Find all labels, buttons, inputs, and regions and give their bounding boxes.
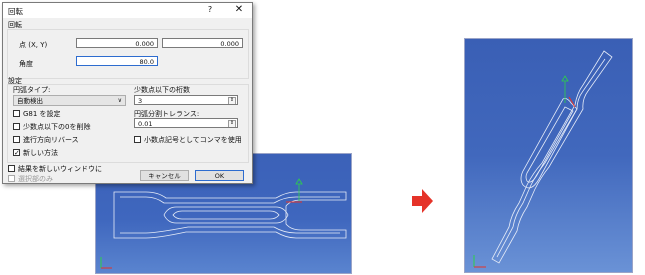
decimals-label: 少数点以下の桁数 [134, 86, 190, 94]
slot-outer [163, 206, 289, 224]
chevron-down-icon: ∨ [117, 97, 122, 104]
angle-label: 角度 [19, 60, 33, 68]
viewport-result[interactable] [464, 38, 633, 273]
origin-marker [561, 75, 576, 108]
new-window-label: 結果を新しいウィンドウに [18, 165, 102, 173]
origin-marker [286, 178, 303, 203]
tolerance-field[interactable]: 0.01 ⇕ [134, 118, 238, 128]
slot-inner [172, 210, 280, 220]
trim-decimals-checkbox[interactable] [13, 123, 20, 130]
outer-contour [113, 191, 347, 239]
selection-only-label: 選択部のみ [18, 175, 53, 183]
new-method-checkbox[interactable]: ✓ [13, 149, 20, 157]
ok-button[interactable]: OK [195, 170, 244, 181]
point-x-field[interactable]: 0.000 [76, 38, 158, 48]
rotate-dialog: 回転 ? ✕ 回転 点 (X, Y) 0.000 0.000 角度 80.0 設… [2, 2, 253, 184]
point-label: 点 (X, Y) [19, 41, 48, 49]
angle-field[interactable]: 80.0 [76, 56, 158, 66]
dialog-body: 回転 点 (X, Y) 0.000 0.000 角度 80.0 設定 円弧タイプ… [3, 18, 252, 183]
new-method-label: 新しい方法 [23, 149, 58, 157]
rotation-group [7, 29, 249, 79]
offset-contour-1 [496, 58, 606, 258]
arc-type-select[interactable]: 自動検出 ∨ [13, 95, 126, 106]
dialog-title: 回転 [8, 7, 23, 16]
g81-checkbox[interactable] [13, 110, 20, 117]
axis-triad [473, 255, 486, 268]
comma-label: 小数点記号としてコンマを使用 [144, 136, 242, 144]
g81-label: G81 を設定 [23, 110, 61, 118]
spinner-icon[interactable]: ⇕ [228, 120, 236, 127]
arrow-right-icon [412, 189, 433, 213]
selection-only-checkbox[interactable] [8, 175, 15, 182]
outer-contour [491, 50, 613, 264]
reverse-checkbox[interactable] [13, 136, 20, 143]
point-y-field[interactable]: 0.000 [162, 38, 243, 48]
axis-triad [100, 257, 112, 269]
offset-contour-1 [120, 196, 340, 234]
trim-decimals-label: 少数点以下の0を削除 [23, 123, 91, 131]
spinner-icon[interactable]: ⇕ [228, 97, 236, 104]
slot-outer [520, 98, 578, 189]
new-window-checkbox[interactable] [8, 165, 15, 172]
tolerance-value: 0.01 [138, 120, 153, 128]
toolpath-rotated [473, 50, 613, 268]
comma-checkbox[interactable] [134, 136, 141, 143]
slot-inner [525, 106, 574, 183]
decimals-field[interactable]: 3 ⇕ [134, 95, 238, 105]
decimals-value: 3 [138, 97, 143, 105]
reverse-label: 進行方向リバース [23, 136, 79, 144]
arc-type-value: 自動検出 [17, 97, 43, 105]
arc-type-label: 円弧タイプ: [13, 86, 51, 94]
cancel-button[interactable]: キャンセル [140, 170, 189, 181]
title-bar: 回転 ? ✕ [3, 3, 252, 17]
help-button[interactable]: ? [205, 5, 215, 15]
close-button[interactable]: ✕ [233, 4, 245, 16]
